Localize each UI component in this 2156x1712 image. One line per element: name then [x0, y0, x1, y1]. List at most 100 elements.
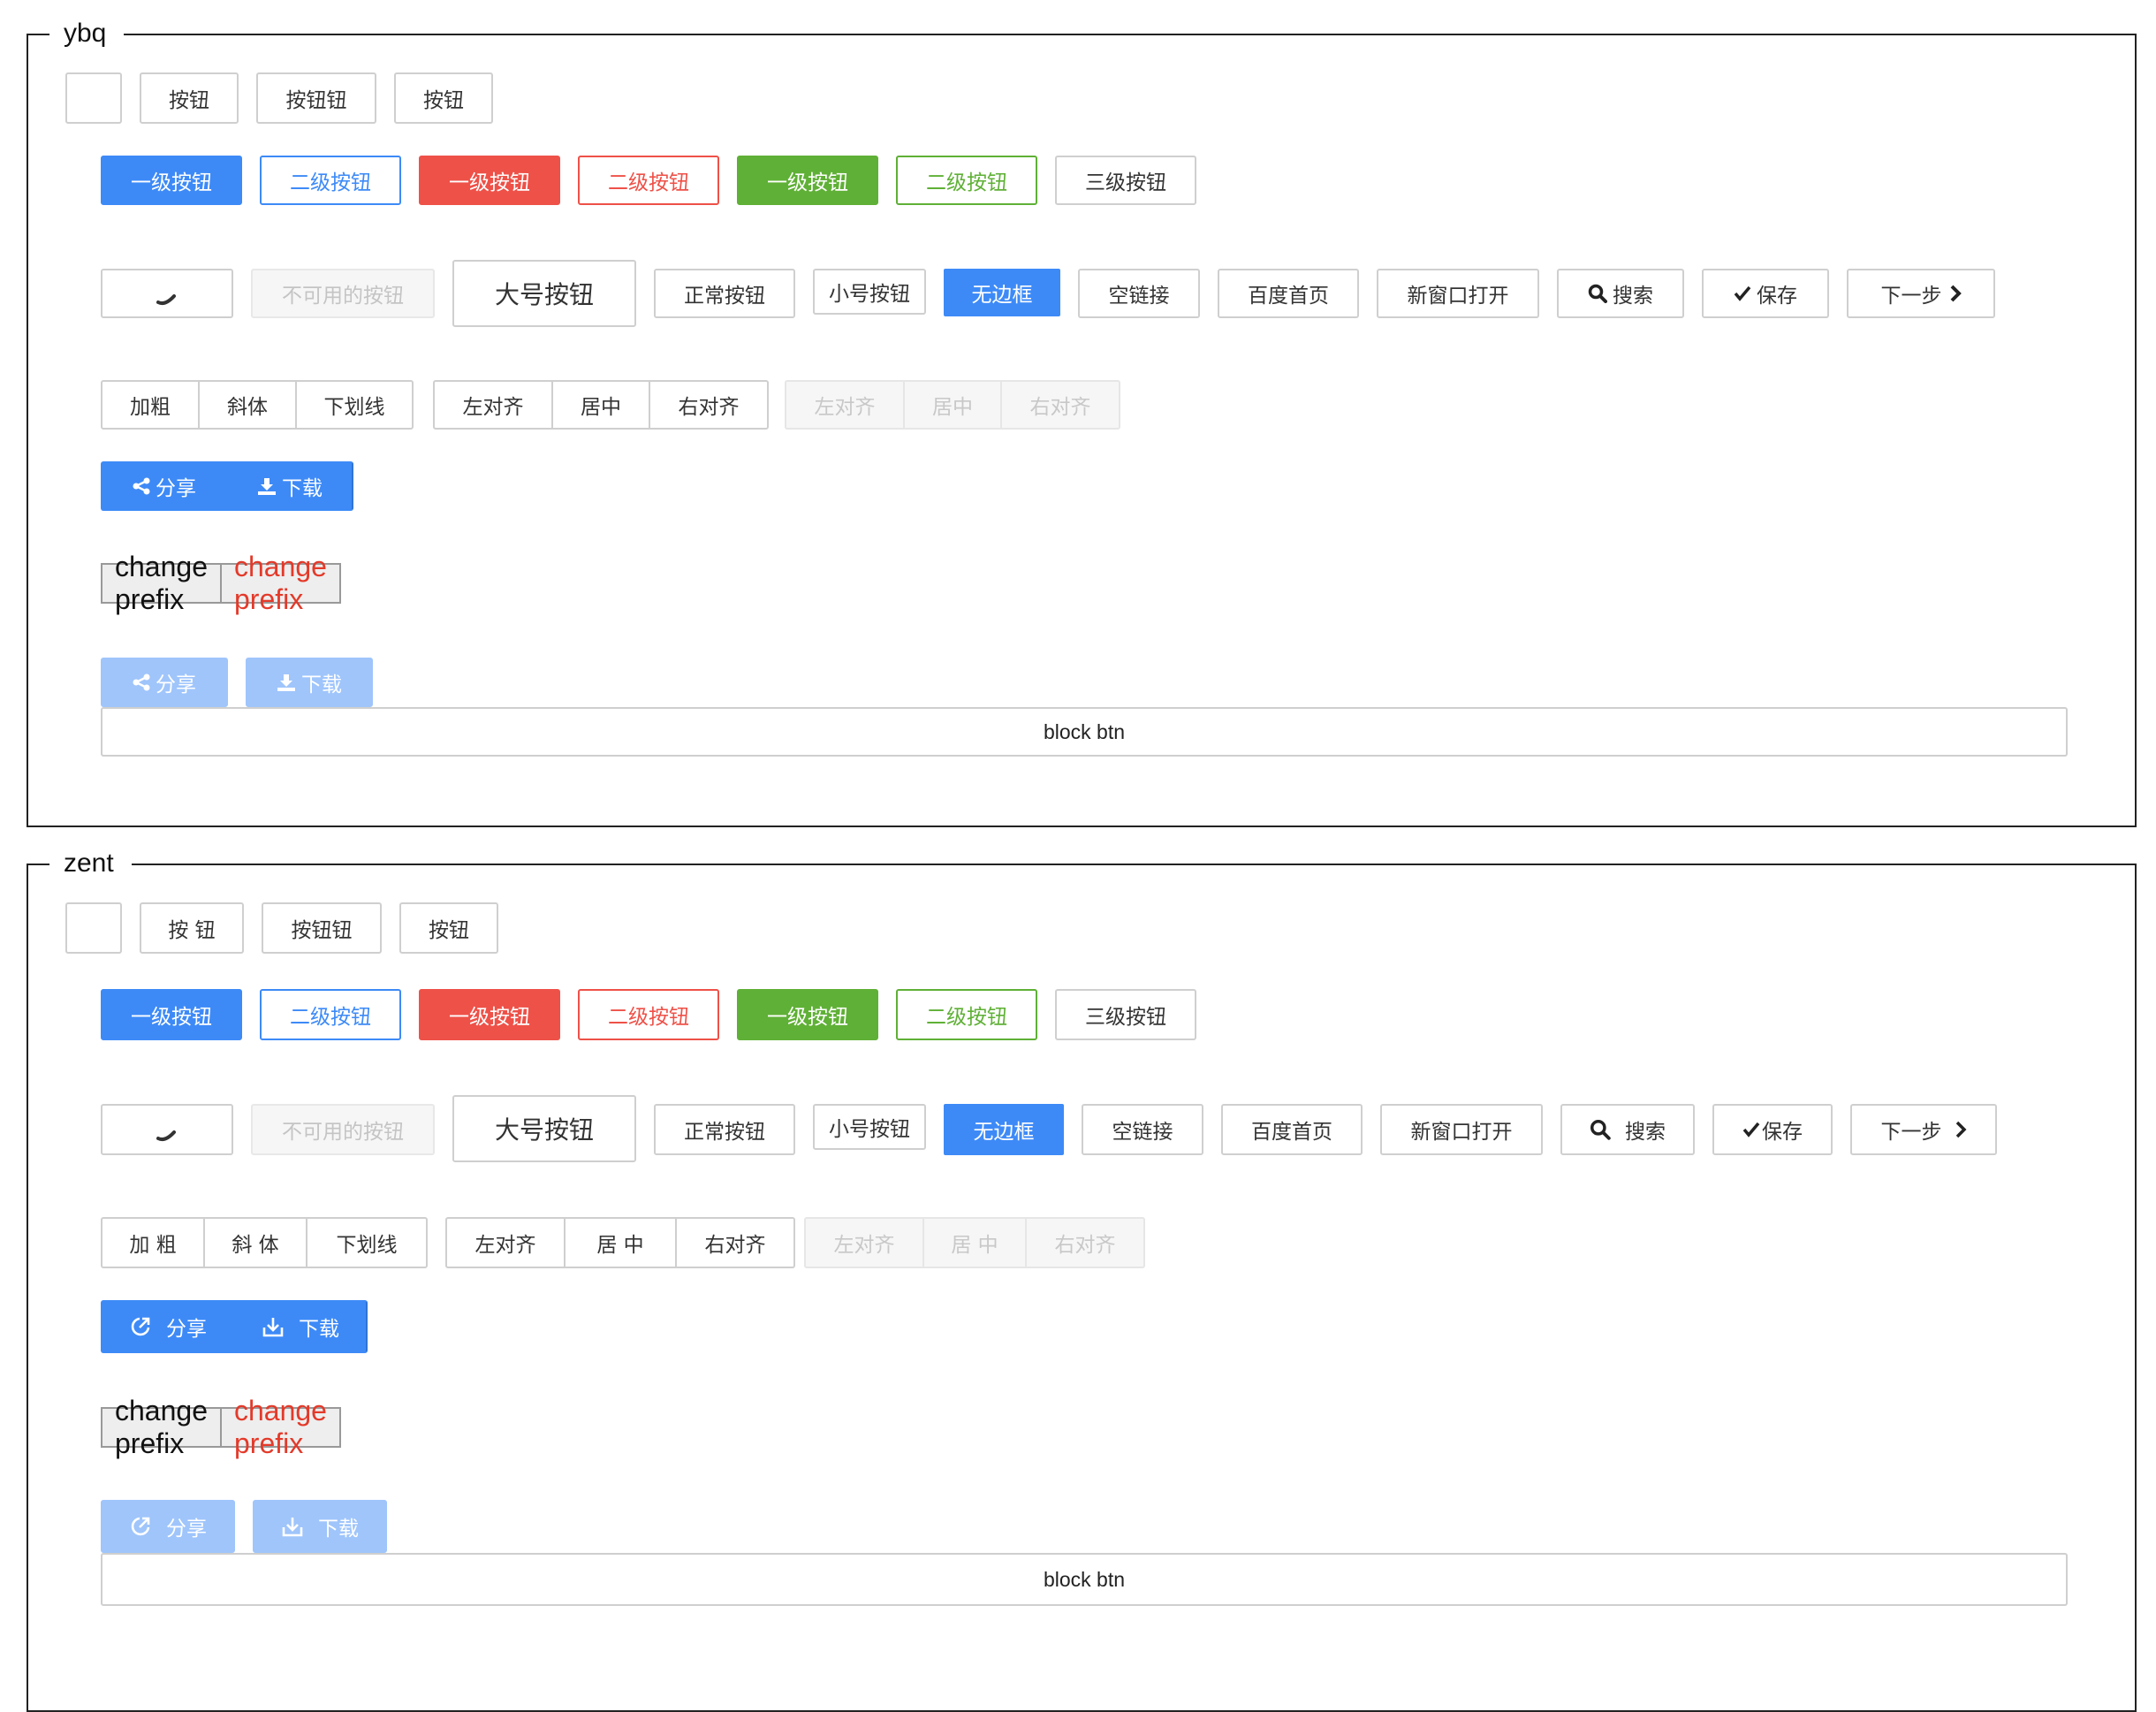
next-step-label: 下一步: [1880, 285, 1942, 308]
disabled-align-button-group: 左对齐 居中 右对齐: [785, 380, 1120, 430]
next-step-button[interactable]: 下一步: [1847, 269, 1995, 318]
button-3[interactable]: 按钮: [399, 902, 498, 954]
save-button[interactable]: 保存: [1702, 269, 1829, 318]
secondary-danger-button[interactable]: 二级按钮: [578, 989, 719, 1040]
empty-button[interactable]: [65, 902, 122, 954]
loading-spinner-icon: [156, 293, 178, 306]
download-button[interactable]: 下载: [233, 1300, 368, 1353]
danger-button[interactable]: 一级按钮: [419, 989, 560, 1040]
button-1[interactable]: 按 钮: [140, 902, 244, 954]
save-button[interactable]: 保存: [1712, 1104, 1833, 1155]
underline-button[interactable]: 下划线: [306, 1217, 428, 1268]
underline-button[interactable]: 下划线: [295, 380, 414, 430]
tertiary-button[interactable]: 三级按钮: [1055, 156, 1196, 205]
align-left-button[interactable]: 左对齐: [433, 380, 553, 430]
align-right-button[interactable]: 右对齐: [649, 380, 769, 430]
checkmark-icon: [1734, 285, 1751, 301]
button-1[interactable]: 按钮: [140, 72, 239, 124]
borderless-button[interactable]: 无边框: [944, 269, 1060, 316]
normal-button[interactable]: 正常按钮: [654, 269, 795, 318]
large-button[interactable]: 大号按钮: [452, 260, 636, 327]
share-button[interactable]: 分享: [101, 1300, 235, 1353]
section-legend: ybq: [49, 14, 125, 53]
download-icon: [257, 477, 277, 495]
download-label: 下载: [299, 1318, 339, 1341]
tertiary-button[interactable]: 三级按钮: [1055, 989, 1196, 1040]
share-icon: [133, 673, 150, 691]
primary-button[interactable]: 一级按钮: [101, 989, 242, 1040]
borderless-button[interactable]: 无边框: [944, 1104, 1064, 1155]
share-button[interactable]: 分享: [101, 461, 228, 511]
align-center-disabled-button[interactable]: 居 中: [922, 1217, 1027, 1268]
italic-button[interactable]: 斜体: [198, 380, 297, 430]
success-button[interactable]: 一级按钮: [737, 156, 878, 205]
loading-button[interactable]: [101, 1104, 233, 1155]
secondary-success-button[interactable]: 二级按钮: [896, 156, 1037, 205]
align-center-disabled-button[interactable]: 居中: [903, 380, 1002, 430]
share-download-group: 分享 下载: [101, 1300, 368, 1353]
empty-link-button[interactable]: 空链接: [1078, 269, 1200, 318]
share-label: 分享: [156, 477, 196, 500]
share-disabled-label: 分享: [166, 1518, 207, 1541]
large-button[interactable]: 大号按钮: [452, 1095, 636, 1162]
format-button-group: 加粗 斜体 下划线: [101, 380, 414, 430]
align-left-button[interactable]: 左对齐: [445, 1217, 566, 1268]
secondary-danger-button[interactable]: 二级按钮: [578, 156, 719, 205]
share-disabled-button[interactable]: 分享: [101, 1500, 235, 1553]
share-icon: [129, 1515, 152, 1538]
share-disabled-button[interactable]: 分享: [101, 658, 228, 707]
secondary-success-button[interactable]: 二级按钮: [896, 989, 1037, 1040]
align-center-button[interactable]: 居中: [551, 380, 650, 430]
align-right-button[interactable]: 右对齐: [675, 1217, 795, 1268]
button-2[interactable]: 按钮钮: [262, 902, 382, 954]
download-disabled-button[interactable]: 下载: [246, 658, 373, 707]
block-button[interactable]: block btn: [101, 707, 2068, 757]
search-button[interactable]: 搜索: [1560, 1104, 1695, 1155]
italic-button[interactable]: 斜 体: [203, 1217, 307, 1268]
disabled-button[interactable]: 不可用的按钮: [251, 269, 435, 318]
empty-link-button[interactable]: 空链接: [1082, 1104, 1203, 1155]
change-prefix-button-default[interactable]: change prefix: [102, 1395, 222, 1459]
align-right-disabled-button[interactable]: 右对齐: [1000, 380, 1120, 430]
search-icon: [1588, 284, 1607, 303]
empty-button[interactable]: [65, 72, 122, 124]
disabled-button[interactable]: 不可用的按钮: [251, 1104, 435, 1155]
align-left-disabled-button[interactable]: 左对齐: [785, 380, 905, 430]
button-2[interactable]: 按钮钮: [256, 72, 376, 124]
bold-button[interactable]: 加 粗: [101, 1217, 205, 1268]
download-button[interactable]: 下载: [226, 461, 353, 511]
align-left-disabled-button[interactable]: 左对齐: [804, 1217, 924, 1268]
change-prefix-group: change prefix change prefix: [101, 551, 341, 615]
next-step-button[interactable]: 下一步: [1850, 1104, 1997, 1155]
button-3[interactable]: 按钮: [394, 72, 493, 124]
change-prefix-button-red[interactable]: change prefix: [222, 1395, 339, 1459]
bold-button[interactable]: 加粗: [101, 380, 200, 430]
success-button[interactable]: 一级按钮: [737, 989, 878, 1040]
align-center-button[interactable]: 居 中: [564, 1217, 677, 1268]
ybq-section: ybq 按钮 按钮钮 按钮 一级按钮 二级按钮 一级按钮 二级按钮 一级按钮 二…: [27, 14, 2137, 827]
secondary-primary-button[interactable]: 二级按钮: [260, 156, 401, 205]
primary-button[interactable]: 一级按钮: [101, 156, 242, 205]
download-disabled-button[interactable]: 下载: [253, 1500, 387, 1553]
save-label: 保存: [1762, 1121, 1803, 1144]
new-window-button[interactable]: 新窗口打开: [1380, 1104, 1543, 1155]
search-icon: [1590, 1119, 1611, 1140]
block-button[interactable]: block btn: [101, 1553, 2068, 1606]
danger-button[interactable]: 一级按钮: [419, 156, 560, 205]
change-prefix-button-default[interactable]: change prefix: [102, 551, 222, 615]
download-icon: [262, 1315, 285, 1338]
align-right-disabled-button[interactable]: 右对齐: [1025, 1217, 1145, 1268]
zent-section: zent 按 钮 按钮钮 按钮 一级按钮 二级按钮 一级按钮 二级按钮 一级按钮…: [27, 844, 2137, 1712]
small-button[interactable]: 小号按钮: [813, 1104, 926, 1150]
loading-button[interactable]: [101, 269, 233, 318]
small-button[interactable]: 小号按钮: [813, 269, 926, 315]
change-prefix-button-red[interactable]: change prefix: [222, 551, 339, 615]
download-disabled-label: 下载: [301, 673, 342, 696]
secondary-primary-button[interactable]: 二级按钮: [260, 989, 401, 1040]
baidu-link-button[interactable]: 百度首页: [1218, 269, 1359, 318]
new-window-button[interactable]: 新窗口打开: [1377, 269, 1539, 318]
normal-button[interactable]: 正常按钮: [654, 1104, 795, 1155]
share-icon: [133, 477, 150, 495]
search-button[interactable]: 搜索: [1557, 269, 1684, 318]
baidu-link-button[interactable]: 百度首页: [1221, 1104, 1363, 1155]
